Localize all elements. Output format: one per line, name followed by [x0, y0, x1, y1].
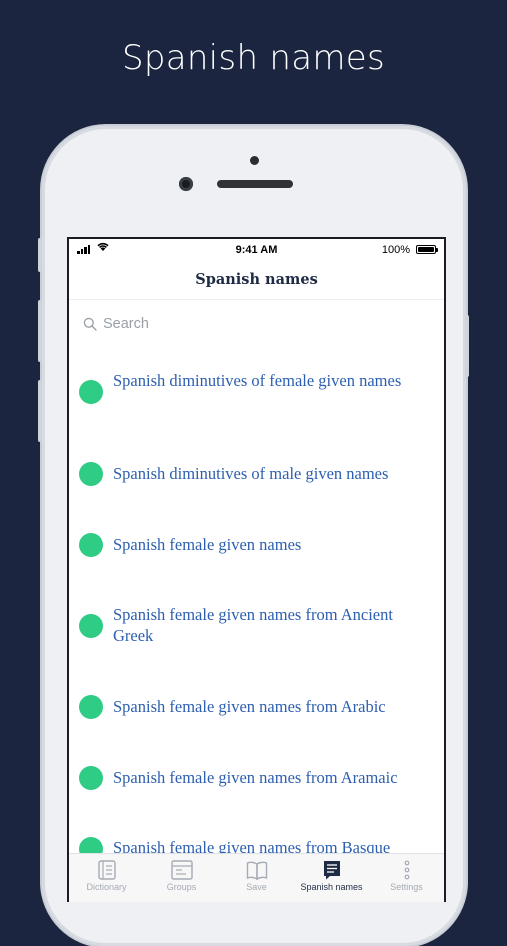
status-bar: 9:41 AM 100%: [69, 239, 444, 261]
groups-icon: [170, 860, 193, 880]
tab-spanish-names[interactable]: Spanish names: [294, 854, 369, 902]
front-camera: [179, 177, 193, 191]
tab-label: Spanish names: [300, 882, 363, 892]
proximity-sensor: [250, 156, 259, 165]
book-icon: [246, 861, 267, 880]
green-dot-icon: [79, 380, 103, 404]
power-button: [465, 315, 469, 377]
list-item-label: Spanish female given names from Ancient …: [113, 605, 393, 645]
green-dot-icon: [79, 766, 103, 790]
volume-down-button: [38, 380, 42, 442]
tab-dictionary[interactable]: Dictionary: [69, 854, 144, 902]
phone-screen: 9:41 AM 100% Spanish names Search Spanis…: [67, 237, 446, 902]
green-dot-icon: [79, 614, 103, 638]
more-icon: [404, 860, 409, 880]
green-dot-icon: [79, 462, 103, 486]
tab-label: Groups: [166, 882, 197, 892]
list-item-label: Spanish female given names: [113, 535, 302, 554]
tab-label: Settings: [390, 882, 423, 892]
dictionary-icon: [97, 860, 116, 880]
green-dot-icon: [79, 533, 103, 557]
tab-save[interactable]: Save: [219, 854, 294, 902]
search-icon: [83, 317, 97, 331]
mute-switch: [38, 238, 42, 272]
list-item-label: Spanish female given names from Arabic: [113, 697, 386, 716]
tab-groups[interactable]: Groups: [144, 854, 219, 902]
volume-up-button: [38, 300, 42, 362]
page-title: Spanish names: [69, 261, 444, 300]
search-input[interactable]: Search: [83, 313, 149, 335]
tab-bar: Dictionary Groups Save Spanish names Set…: [69, 853, 444, 902]
hero-title: Spanish names: [121, 38, 386, 78]
search-placeholder: Search: [103, 316, 149, 332]
battery-percent: 100%: [381, 244, 410, 256]
earpiece-speaker: [217, 180, 293, 188]
list-item-label: Spanish female given names from Aramaic: [113, 768, 398, 787]
green-dot-icon: [79, 695, 103, 719]
list-icon: [323, 861, 340, 880]
tab-label: Save: [246, 882, 267, 892]
list-item-label: Spanish diminutives of female given name…: [113, 371, 402, 390]
battery-icon: [416, 245, 438, 254]
list-item-label: Spanish diminutives of male given names: [113, 464, 389, 483]
tab-label: Dictionary: [86, 882, 127, 892]
tab-settings[interactable]: Settings: [369, 854, 444, 902]
